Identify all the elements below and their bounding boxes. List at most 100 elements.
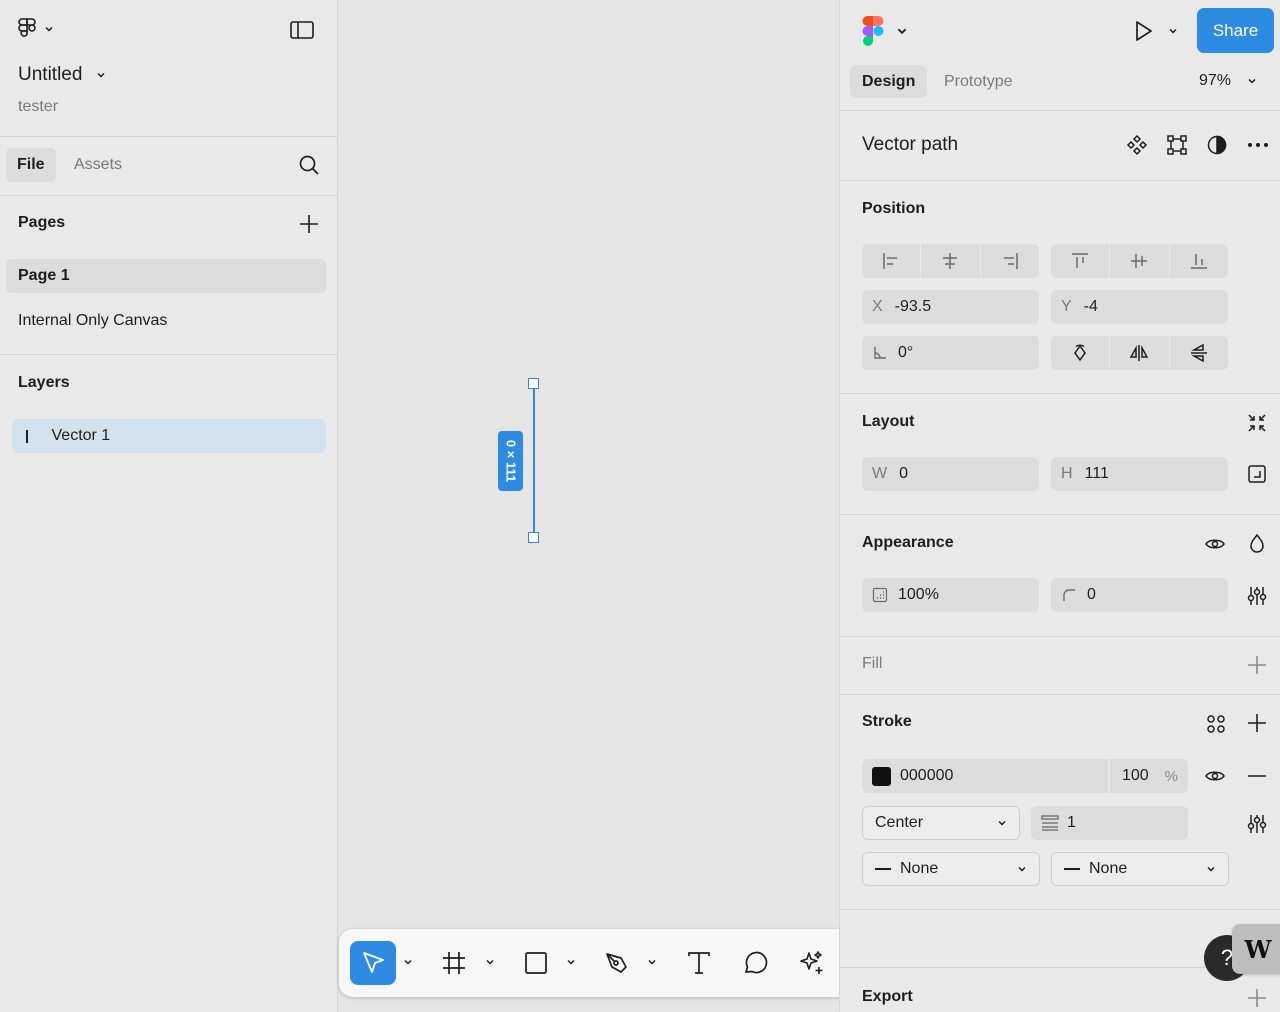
align-bottom-button[interactable] (1170, 244, 1228, 278)
layer-item-vector-1[interactable]: Vector 1 (12, 419, 326, 453)
move-tool-button[interactable] (350, 941, 396, 985)
collapse-icon (1248, 414, 1266, 432)
share-button[interactable]: Share (1197, 8, 1274, 53)
opacity-field[interactable]: 100% (862, 578, 1039, 612)
tab-design[interactable]: Design (850, 65, 928, 98)
mask-icon[interactable] (1206, 134, 1228, 156)
chevron-down-icon[interactable] (485, 957, 495, 967)
stroke-weight-icon (1041, 815, 1059, 831)
stroke-weight-value: 1 (1067, 814, 1076, 831)
figma-menu-icon (18, 18, 36, 37)
angle-icon (874, 347, 886, 359)
stroke-styles-button[interactable] (1205, 713, 1227, 735)
canvas[interactable] (339, 0, 839, 1012)
end-cap-select[interactable]: None (1051, 852, 1229, 886)
selection-title: Vector path (862, 134, 959, 155)
chevron-down-icon[interactable] (647, 957, 657, 967)
divider (840, 393, 1280, 394)
divider (840, 180, 1280, 181)
tab-prototype[interactable]: Prototype (944, 65, 1012, 98)
rectangle-icon (525, 952, 547, 974)
add-page-button[interactable] (298, 213, 320, 235)
minus-icon (1248, 775, 1266, 777)
page-item-internal-only-canvas[interactable]: Internal Only Canvas (6, 304, 326, 338)
main-menu-button[interactable] (16, 16, 54, 42)
start-cap-select[interactable]: None (862, 852, 1040, 886)
appearance-settings-button[interactable] (1246, 585, 1268, 607)
page-item-page-1[interactable]: Page 1 (6, 259, 326, 293)
fill-section-title: Fill (862, 655, 883, 672)
flip-horizontal-button[interactable] (1110, 336, 1170, 370)
text-tool-button[interactable] (683, 941, 715, 985)
chevron-down-icon (998, 820, 1006, 826)
drop-icon (1250, 533, 1264, 553)
stroke-opacity-value[interactable]: 100 (1122, 767, 1149, 785)
resize-handle-bottom[interactable] (528, 532, 539, 543)
chevron-down-icon[interactable] (403, 957, 413, 967)
toggle-visibility-button[interactable] (1204, 533, 1226, 555)
stroke-position-select[interactable]: Center (862, 806, 1020, 840)
more-icon[interactable] (1246, 134, 1270, 156)
plus-icon (1248, 656, 1266, 674)
add-stroke-button[interactable] (1246, 712, 1268, 734)
actions-tool-button[interactable] (796, 941, 828, 985)
align-horizontal-center-button[interactable] (921, 244, 981, 278)
flip-vertical-button[interactable] (1170, 336, 1228, 370)
shape-tool-button[interactable] (520, 941, 552, 985)
align-left-button[interactable] (862, 244, 922, 278)
present-button[interactable] (1131, 19, 1178, 43)
stroke-color-hex[interactable]: 000000 (900, 767, 1108, 785)
app-menu-button[interactable] (862, 16, 908, 46)
edit-object-icon[interactable] (1166, 134, 1188, 156)
rotate-90-button[interactable] (1051, 336, 1111, 370)
zoom-menu[interactable]: 97% (1199, 72, 1257, 90)
opacity-value: 100% (898, 586, 939, 603)
stroke-field-divider (1107, 759, 1110, 793)
divider (0, 195, 338, 196)
stroke-section-title: Stroke (862, 713, 912, 730)
stroke-color-field[interactable]: 000000 100 % (862, 759, 1188, 793)
align-vertical-center-button[interactable] (1110, 244, 1170, 278)
zoom-level: 97% (1199, 72, 1232, 89)
file-name-menu[interactable]: Untitled (18, 64, 106, 86)
chevron-down-icon[interactable] (566, 957, 576, 967)
x-position-field[interactable]: X -93.5 (862, 290, 1039, 324)
rotation-field[interactable]: 0° (862, 336, 1039, 370)
tab-file[interactable]: File (6, 148, 56, 182)
y-position-field[interactable]: Y -4 (1051, 290, 1228, 324)
resize-to-fit-button[interactable] (1246, 412, 1268, 434)
toggle-sidebar-button[interactable] (288, 18, 316, 42)
height-field[interactable]: H 111 (1051, 457, 1228, 491)
align-left-icon (883, 253, 898, 269)
plus-icon (1248, 989, 1266, 1007)
plus-icon (1248, 714, 1266, 732)
add-fill-button[interactable] (1246, 654, 1268, 676)
stroke-position-value: Center (875, 814, 924, 831)
dimension-badge: 0 × 111 (498, 431, 523, 491)
stroke-visibility-button[interactable] (1204, 765, 1226, 787)
align-top-button[interactable] (1051, 244, 1111, 278)
extension-badge[interactable]: W (1232, 924, 1280, 974)
divider (840, 909, 1280, 910)
align-right-button[interactable] (981, 244, 1039, 278)
resize-handle-top[interactable] (528, 378, 539, 389)
width-field[interactable]: W 0 (862, 457, 1039, 491)
stroke-color-swatch[interactable] (872, 766, 891, 786)
blend-mode-button[interactable] (1246, 532, 1268, 554)
y-value: -4 (1083, 298, 1098, 315)
x-label: X (872, 298, 883, 315)
comment-icon (745, 951, 768, 974)
selected-vector-line[interactable] (533, 383, 535, 538)
stroke-weight-field[interactable]: 1 (1031, 806, 1188, 840)
pen-tool-button[interactable] (601, 941, 633, 985)
comment-tool-button[interactable] (740, 941, 772, 985)
corner-radius-field[interactable]: 0 (1051, 578, 1228, 612)
constrain-proportions-button[interactable] (1247, 464, 1267, 484)
search-button[interactable] (297, 153, 321, 177)
frame-tool-button[interactable] (438, 941, 470, 985)
stroke-settings-button[interactable] (1246, 813, 1268, 835)
add-export-button[interactable] (1246, 987, 1268, 1009)
remove-stroke-button[interactable] (1246, 765, 1268, 787)
tab-assets[interactable]: Assets (63, 148, 133, 182)
component-icon[interactable] (1126, 134, 1148, 156)
